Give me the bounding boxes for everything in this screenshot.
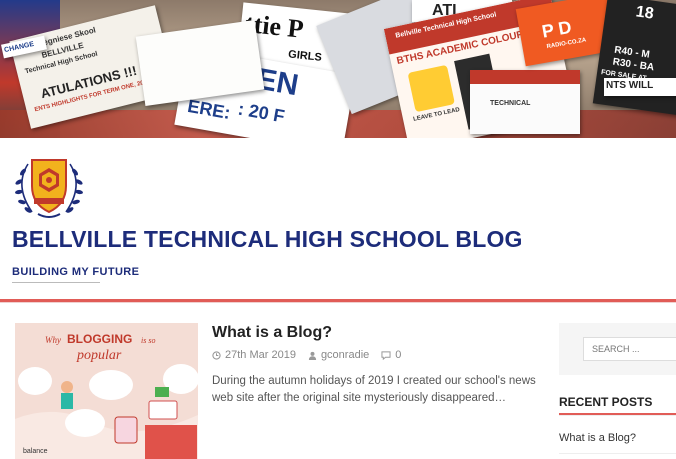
banner-text: NTS WILL — [606, 80, 654, 91]
header-divider-shadow — [0, 302, 676, 303]
comment-icon — [381, 350, 391, 360]
post-title-link[interactable]: What is a Blog? — [212, 324, 332, 342]
banner-text: GIRLS — [287, 48, 323, 64]
banner-text: : 20 F — [236, 98, 287, 127]
banner-text: TECHNICAL — [490, 100, 531, 107]
banner-text: CHANGE — [3, 40, 35, 55]
post-comment-count: 0 — [395, 349, 402, 361]
post-author-text: gconradie — [320, 349, 370, 361]
clock-icon — [212, 350, 221, 360]
post-thumbnail[interactable]: Why BLOGGING is so popular balance — [15, 323, 198, 459]
post-author[interactable]: gconradie — [308, 349, 369, 361]
user-icon — [308, 351, 317, 360]
post-excerpt: During the autumn holidays of 2019 I cre… — [212, 375, 536, 404]
infographic-heading: BLOGGING — [67, 332, 132, 346]
infographic-heading: popular — [76, 348, 122, 363]
recent-posts-divider-shadow — [559, 415, 676, 416]
post-comments[interactable]: 0 — [381, 349, 401, 361]
site-logo-link[interactable] — [10, 152, 88, 222]
infographic-word: Why — [45, 335, 61, 345]
flyer-strip-nts: NTS WILL — [604, 78, 676, 96]
blogging-infographic-image: Why BLOGGING is so popular balance — [15, 323, 198, 459]
flyer-card-technical: TECHNICAL — [470, 70, 580, 134]
site-title[interactable]: BELLVILLE TECHNICAL HIGH SCHOOL BLOG — [12, 226, 523, 253]
recent-posts-heading: RECENT POSTS — [559, 395, 653, 409]
site-tagline: BUILDING MY FUTURE — [12, 266, 140, 278]
search-input[interactable] — [583, 337, 676, 361]
banner-text: ERE: — [186, 95, 232, 124]
school-crest-logo — [15, 159, 83, 218]
header-banner-collage: Hoër Tegniese Skool BELLVILLE Technical … — [0, 0, 676, 138]
infographic-caption: balance — [23, 448, 48, 455]
post-date-text: 27th Mar 2019 — [225, 349, 296, 361]
post-meta: 27th Mar 2019 gconradie 0 — [212, 349, 401, 361]
banner-text: P D — [540, 16, 574, 42]
recent-post-divider — [559, 453, 676, 454]
post-date[interactable]: 27th Mar 2019 — [212, 349, 296, 361]
tagline-divider — [12, 282, 100, 283]
banner-text: 18 — [634, 3, 655, 23]
infographic-word: is so — [141, 336, 155, 345]
recent-post-link[interactable]: What is a Blog? — [559, 432, 636, 444]
flyer-card-for-sale: 18 R40 - M R30 - BA FOR SALE AT — [592, 0, 676, 116]
